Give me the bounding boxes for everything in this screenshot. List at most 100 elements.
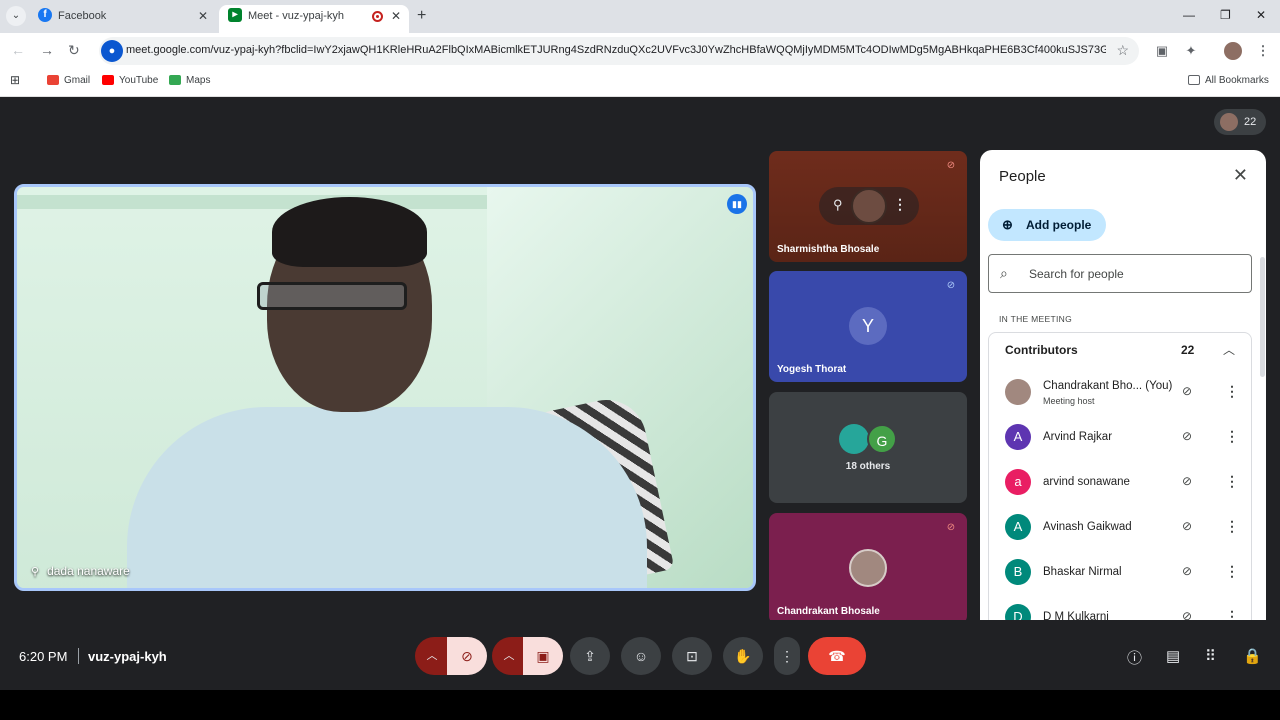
youtube-icon <box>102 75 114 86</box>
host-controls-icon[interactable]: 🔒 <box>1243 647 1262 665</box>
more-options-icon[interactable]: ⋮ <box>1225 473 1239 490</box>
forward-icon[interactable]: → <box>40 42 54 58</box>
back-icon[interactable]: ← <box>11 42 25 58</box>
tile-hover-controls: ⚲ ⋮ <box>819 187 919 225</box>
more-options-icon[interactable]: ⋮ <box>1225 428 1239 445</box>
person-role: Meeting host <box>1043 396 1095 406</box>
mic-off-icon[interactable]: ⊘ <box>1182 384 1192 398</box>
avatar: A <box>1005 424 1031 450</box>
mic-icon[interactable]: ● <box>101 40 123 62</box>
person-name: Avinash Gaikwad <box>1043 521 1132 533</box>
tile-name: Sharmishtha Bhosale <box>777 244 880 255</box>
list-item[interactable]: A Arvind Rajkar ⊘ ⋮ <box>989 416 1253 461</box>
maximize-icon[interactable]: ❐ <box>1220 8 1231 22</box>
meet-icon: ▸ <box>228 8 242 23</box>
pin-icon[interactable]: ⚲ <box>833 197 843 213</box>
more-options-icon[interactable]: ⋮ <box>1225 563 1239 580</box>
window-close-icon[interactable]: ✕ <box>1256 8 1266 22</box>
avatar: B <box>1005 559 1031 585</box>
more-options-icon: ⋮ <box>780 648 794 664</box>
list-item[interactable]: A Avinash Gaikwad ⊘ ⋮ <box>989 506 1253 551</box>
more-options-icon[interactable]: ⋮ <box>1225 518 1239 535</box>
toolbar: ← → ↻ ● meet.google.com/vuz-ypaj-kyh?fbc… <box>0 33 1280 68</box>
list-item[interactable]: a arvind sonawane ⊘ ⋮ <box>989 461 1253 506</box>
mic-toggle-button[interactable]: ⊘ <box>447 637 487 675</box>
activities-icon[interactable]: ⠿ <box>1205 647 1216 665</box>
mic-off-icon[interactable]: ⊘ <box>1182 474 1192 488</box>
more-options-button[interactable]: ⋮ <box>774 637 800 675</box>
video-options-button[interactable]: ︿ <box>492 637 526 675</box>
extensions-puzzle-icon[interactable]: ✦ <box>1182 42 1200 60</box>
camera-toggle-button[interactable]: ▣ <box>523 637 563 675</box>
list-item[interactable]: D D M Kulkarni ⊘ ⋮ <box>989 596 1253 622</box>
tab-search-button[interactable]: ⌄ <box>6 6 26 26</box>
add-people-button[interactable]: ⊕ Add people <box>988 209 1106 241</box>
facebook-icon: f <box>38 8 52 23</box>
browser-chrome: ⌄ f Facebook ✕ ▸ Meet - vuz-ypaj-kyh ✕ + —… <box>0 0 1280 97</box>
close-icon[interactable]: ✕ <box>1233 165 1248 186</box>
more-options-icon[interactable]: ⋮ <box>1225 383 1239 400</box>
bookmark-gmail[interactable]: Gmail <box>47 75 90 86</box>
person-name: Bhaskar Nirmal <box>1043 566 1122 578</box>
leave-call-button[interactable]: ☎ <box>808 637 866 675</box>
tab-meet[interactable]: ▸ Meet - vuz-ypaj-kyh ✕ <box>219 5 409 33</box>
apps-grid-icon[interactable]: ⊞ <box>10 73 20 87</box>
mic-off-icon[interactable]: ⊘ <box>1182 519 1192 533</box>
avatar: G <box>867 424 897 454</box>
list-item[interactable]: B Bhaskar Nirmal ⊘ ⋮ <box>989 551 1253 596</box>
others-tile[interactable]: G 18 others <box>769 392 967 503</box>
all-bookmarks[interactable]: All Bookmarks <box>1188 75 1269 86</box>
participant-tile-chandrakant[interactable]: ⊘ Chandrakant Bhosale <box>769 513 967 624</box>
avatar <box>1220 113 1238 131</box>
mic-off-icon[interactable]: ⊘ <box>1182 564 1192 578</box>
participant-tile-sharmishtha[interactable]: ⊘ ⚲ ⋮ Sharmishtha Bhosale <box>769 151 967 262</box>
avatar <box>851 188 887 224</box>
captions-button[interactable]: ⊡ <box>672 637 712 675</box>
tab-facebook[interactable]: f Facebook ✕ <box>32 5 216 33</box>
main-video-tile[interactable]: ▮▮ ⚲ dada nanaware <box>14 184 756 591</box>
speaker-body <box>127 407 647 588</box>
bookmark-label: YouTube <box>119 75 159 86</box>
new-tab-button[interactable]: + <box>417 7 426 25</box>
menu-dots-icon[interactable]: ⋮ <box>1254 42 1272 60</box>
url-text: meet.google.com/vuz-ypaj-kyh?fbclid=IwY2… <box>126 44 1106 56</box>
hand-icon: ✋ <box>734 648 752 664</box>
mic-off-icon[interactable]: ⊘ <box>1182 429 1192 443</box>
minimize-icon[interactable]: — <box>1183 8 1195 22</box>
reactions-button[interactable]: ☺ <box>621 637 661 675</box>
contributors-label[interactable]: Contributors <box>1005 343 1078 357</box>
profile-avatar[interactable] <box>1224 42 1242 60</box>
audio-options-button[interactable]: ︿ <box>415 637 449 675</box>
tab-strip: ⌄ f Facebook ✕ ▸ Meet - vuz-ypaj-kyh ✕ + —… <box>0 0 1280 33</box>
close-icon[interactable]: ✕ <box>391 5 401 27</box>
chat-icon[interactable]: ▤ <box>1166 647 1180 665</box>
participant-tile-yogesh[interactable]: ⊘ Y Yogesh Thorat <box>769 271 967 382</box>
tile-name: Chandrakant Bhosale <box>777 606 880 617</box>
captions-icon: ⊡ <box>686 648 698 664</box>
avatar <box>1005 379 1031 405</box>
meeting-time: 6:20 PM <box>19 649 68 664</box>
bookmark-star-icon[interactable]: ☆ <box>1116 42 1129 59</box>
participant-count: 22 <box>1244 116 1257 128</box>
list-item[interactable]: Chandrakant Bho... (You) Meeting host ⊘ … <box>989 371 1253 416</box>
maps-icon <box>169 75 181 86</box>
raise-hand-button[interactable]: ✋ <box>723 637 763 675</box>
bookmark-label: Gmail <box>64 75 91 86</box>
search-people-input[interactable]: ⌕ Search for people <box>988 254 1252 293</box>
present-screen-button[interactable]: ⇪ <box>570 637 610 675</box>
chevron-up-icon[interactable]: ︿ <box>1223 341 1235 358</box>
reload-icon[interactable]: ↻ <box>68 42 80 59</box>
bookmark-maps[interactable]: Maps <box>169 75 210 86</box>
speaker-name: dada nanaware <box>47 564 130 578</box>
meeting-details-icon[interactable]: ⓘ <box>1127 647 1142 668</box>
more-options-icon[interactable]: ⋮ <box>893 196 907 213</box>
video-label: ⚲ dada nanaware <box>31 564 130 578</box>
bookmark-youtube[interactable]: YouTube <box>102 75 158 86</box>
meeting-code: vuz-ypaj-kyh <box>88 649 167 664</box>
close-icon[interactable]: ✕ <box>198 5 208 27</box>
add-person-icon: ⊕ <box>1002 217 1013 232</box>
extension-icon[interactable]: ▣ <box>1153 42 1171 60</box>
panel-scrollbar[interactable] <box>1260 257 1265 377</box>
address-bar[interactable]: ● meet.google.com/vuz-ypaj-kyh?fbclid=Iw… <box>99 37 1139 65</box>
participants-badge[interactable]: 22 <box>1214 109 1266 135</box>
